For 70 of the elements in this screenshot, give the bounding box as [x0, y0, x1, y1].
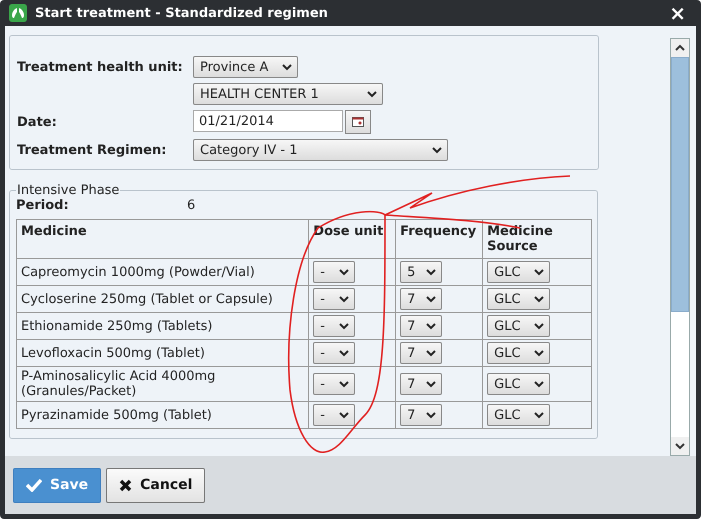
column-header: Frequency	[396, 220, 483, 259]
dropdown[interactable]: -	[313, 373, 356, 396]
dropdown[interactable]: 7	[400, 288, 442, 310]
medicine-name: Cycloserine 250mg (Tablet or Capsule)	[21, 292, 273, 307]
caret-icon	[339, 412, 350, 419]
date-field[interactable]: 01/21/2014	[193, 110, 343, 132]
caret-icon	[282, 64, 292, 71]
scroll-down-button[interactable]	[671, 437, 689, 456]
caret-icon	[339, 322, 350, 330]
column-header: Medicine Source	[482, 220, 592, 259]
dropdown[interactable]: -	[313, 315, 356, 338]
dropdown[interactable]: GLC	[487, 404, 550, 426]
caret-icon	[426, 412, 436, 419]
calendar-icon	[352, 117, 364, 128]
caret-icon	[339, 296, 350, 303]
dropdown[interactable]: GLC	[487, 342, 550, 364]
dropdown[interactable]: GLC	[487, 315, 550, 338]
check-icon	[26, 478, 42, 492]
panel-legend: Intensive Phase	[16, 183, 120, 198]
scrollbar[interactable]	[670, 38, 690, 456]
dropdown[interactable]: -	[313, 261, 356, 284]
caret-icon	[534, 322, 544, 330]
caret-icon	[339, 350, 350, 357]
medicine-name: Ethionamide 250mg (Tablets)	[21, 318, 212, 334]
dropdown[interactable]: 7	[400, 404, 442, 426]
field-label: Treatment health unit:	[17, 60, 184, 75]
medicine-name: Pyrazinamide 500mg (Tablet)	[21, 408, 212, 423]
medicine-name: Levofloxacin 500mg (Tablet)	[21, 346, 205, 361]
field-label: Treatment Regimen:	[17, 142, 168, 158]
dropdown[interactable]: GLC	[487, 261, 550, 284]
medicine-name: P-Aminosalicylic Acid 4000mg (Granules/Packet)	[21, 369, 216, 400]
dropdown[interactable]: 7	[400, 342, 442, 364]
caret-icon	[339, 268, 350, 276]
caret-icon	[534, 380, 544, 388]
caret-icon	[534, 412, 544, 419]
caret-icon	[426, 380, 436, 388]
dropdown[interactable]: HEALTH CENTER 1	[193, 83, 383, 106]
dropdown[interactable]: Category IV - 1	[193, 139, 448, 162]
dropdown[interactable]: GLC	[487, 373, 550, 396]
field-label: Date:	[17, 114, 58, 130]
caret-icon	[432, 146, 442, 154]
caret-icon	[426, 322, 436, 330]
dropdown[interactable]: -	[313, 404, 356, 426]
caret-icon	[426, 268, 436, 276]
close-button[interactable]: ×	[669, 3, 692, 24]
column-header: Medicine	[16, 220, 309, 259]
caret-icon	[534, 350, 544, 357]
caret-icon	[426, 350, 436, 357]
period-label: Period:	[16, 198, 70, 214]
caret-icon	[339, 380, 350, 388]
dropdown[interactable]: -	[313, 288, 356, 310]
lungs-icon	[9, 4, 27, 22]
dropdown[interactable]: 7	[400, 315, 442, 338]
x-icon	[119, 478, 132, 492]
medicine-name: Capreomycin 1000mg (Powder/Vial)	[21, 264, 255, 280]
caret-icon	[426, 296, 436, 303]
dropdown[interactable]: 5	[400, 261, 442, 284]
caret-icon	[367, 90, 377, 98]
calendar-button[interactable]	[345, 110, 371, 134]
window-title: Start treatment - Standardized regimen	[35, 6, 329, 21]
scroll-up-button[interactable]	[671, 39, 689, 58]
dropdown[interactable]: -	[313, 342, 356, 364]
caret-icon	[534, 296, 544, 303]
dropdown[interactable]: Province A	[193, 56, 298, 78]
column-header: Dose unit	[308, 220, 396, 259]
cancel-button[interactable]: Cancel	[106, 468, 206, 503]
dropdown[interactable]: 7	[400, 373, 442, 396]
period-value: 6	[187, 198, 196, 214]
dropdown[interactable]: GLC	[487, 288, 550, 310]
caret-icon	[534, 268, 544, 276]
